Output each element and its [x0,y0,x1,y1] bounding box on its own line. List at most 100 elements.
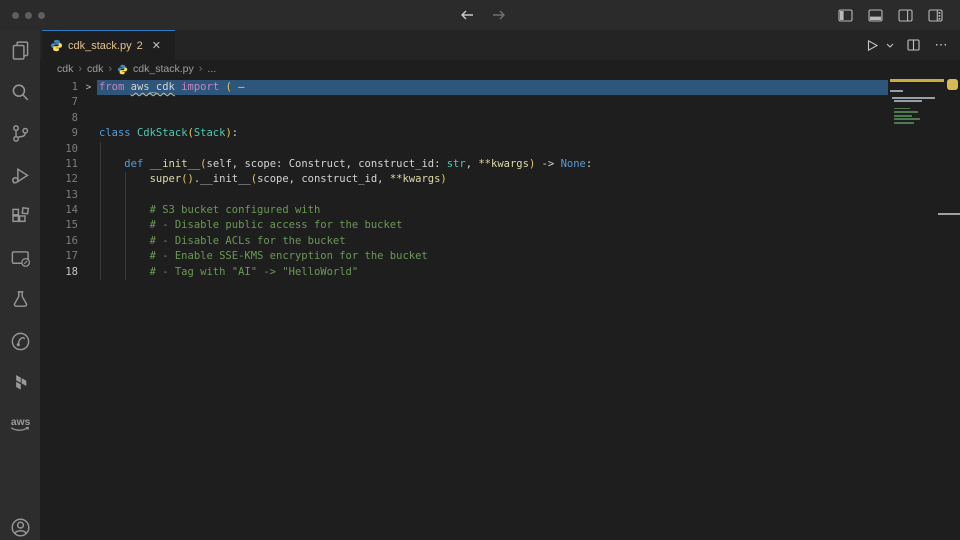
layout-sidebar-right-icon [898,9,913,22]
code-line[interactable]: 16 # - Disable ACLs for the bucket [40,234,960,249]
window-controls[interactable] [12,12,45,19]
monitor-badge-icon [10,248,31,269]
minimap-line [894,111,917,113]
breadcrumb-item[interactable]: cdk [57,63,73,75]
code-line[interactable]: 1>from aws_cdk import ( – [40,80,960,95]
activity-explorer[interactable] [0,30,40,72]
search-icon [10,82,31,103]
minimap-line [894,108,910,110]
activity-remote-explorer[interactable] [0,238,40,280]
activity-bar: aws [0,30,40,540]
code-line[interactable]: 13 [40,188,960,203]
breadcrumb-separator: › [108,63,112,75]
window-control-dot[interactable] [12,12,19,19]
code-line[interactable]: 12 super().__init__(scope, construct_id,… [40,172,960,187]
breadcrumb-separator: › [199,63,203,75]
code-text: # - Disable ACLs for the bucket [99,234,346,249]
activity-search[interactable] [0,72,40,114]
code-line[interactable]: 15 # - Disable public access for the buc… [40,218,960,233]
run-python-file-button[interactable] [862,35,883,56]
tab-badge: 2 [137,40,143,52]
minimap-line [892,97,935,99]
tab-close-icon[interactable]: ✕ [152,39,161,52]
layout-panel-icon [868,9,883,22]
breadcrumb-item-file[interactable]: cdk_stack.py [133,63,194,75]
fold-spacer [78,218,99,233]
extensions-icon [10,206,31,227]
tab-cdk-stack[interactable]: cdk_stack.py 2 ✕ [42,30,175,60]
python-icon [117,64,128,75]
breadcrumb-item-symbol[interactable]: ... [207,63,216,75]
ellipsis-icon: ⋯ [935,37,949,53]
line-number: 14 [40,203,78,218]
code-line[interactable]: 17 # - Enable SSE-KMS encryption for the… [40,249,960,264]
fold-spacer [78,249,99,264]
minimap-line [890,90,903,92]
fold-spacer [78,95,99,110]
arrow-right-icon [492,9,506,21]
code-line[interactable]: 10 [40,142,960,157]
source-control-icon [10,123,31,144]
fold-spacer [78,126,99,141]
terraform-icon [10,372,31,393]
breadcrumb: cdk › cdk › cdk_stack.py › ... [40,60,960,78]
window-control-dot[interactable] [25,12,32,19]
fold-spacer [78,142,99,157]
run-dropdown-button[interactable] [884,35,896,56]
activity-testing[interactable] [0,279,40,321]
code-text: # S3 bucket configured with [99,203,320,218]
layout-sidebar-left-icon [838,9,853,22]
minimap-line [890,79,944,82]
customize-layout-icon [928,9,943,22]
tab-label: cdk_stack.py [68,40,132,52]
line-number: 10 [40,142,78,157]
run-debug-icon [10,165,31,186]
line-number: 11 [40,157,78,172]
toggle-secondary-sidebar-button[interactable] [894,4,916,26]
line-number: 17 [40,249,78,264]
code-text: super().__init__(scope, construct_id, **… [99,172,447,187]
line-number: 7 [40,95,78,110]
activity-account[interactable] [0,509,40,540]
toggle-primary-sidebar-button[interactable] [834,4,856,26]
activity-source-control[interactable] [0,113,40,155]
code-editor[interactable]: 1>from aws_cdk import ( –789class CdkSta… [40,78,960,540]
minimap[interactable] [890,78,945,198]
navigate-back-button[interactable] [456,4,478,26]
activity-terraform[interactable] [0,362,40,404]
svg-text:aws: aws [11,417,31,428]
overview-ruler[interactable] [945,78,960,540]
minimap-line [894,100,921,102]
breadcrumb-item[interactable]: cdk [87,63,103,75]
activity-aws-toolkit[interactable]: aws [0,404,40,446]
line-number: 8 [40,111,78,126]
line-number: 13 [40,188,78,203]
activity-run-and-debug[interactable] [0,155,40,197]
code-line[interactable]: 9class CdkStack(Stack): [40,126,960,141]
navigate-forward-button[interactable] [488,4,510,26]
toggle-panel-button[interactable] [864,4,886,26]
split-editor-button[interactable] [903,35,924,56]
code-line[interactable]: 18 # - Tag with "AI" -> "HelloWorld" [40,265,960,280]
code-line[interactable]: 14 # S3 bucket configured with [40,203,960,218]
fold-chevron-icon[interactable]: > [78,80,99,95]
code-text: # - Disable public access for the bucket [99,218,402,233]
more-actions-button[interactable]: ⋯ [931,35,952,56]
code-text: # - Enable SSE-KMS encryption for the bu… [99,249,428,264]
editor-group: cdk_stack.py 2 ✕ [40,30,960,540]
code-line[interactable]: 11 def __init__(self, scope: Construct, … [40,157,960,172]
code-line[interactable]: 7 [40,95,960,110]
line-number: 16 [40,234,78,249]
window-control-dot[interactable] [38,12,45,19]
arrow-left-icon [460,9,474,21]
code-text: from aws_cdk import ( – [99,80,244,95]
minimap-line [894,118,920,120]
code-text: # - Tag with "AI" -> "HelloWorld" [99,265,358,280]
activity-codecatalyst[interactable] [0,321,40,363]
fold-spacer [78,265,99,280]
code-line[interactable]: 8 [40,111,960,126]
fold-spacer [78,172,99,187]
title-bar [0,0,960,30]
activity-extensions[interactable] [0,196,40,238]
customize-layout-button[interactable] [924,4,946,26]
